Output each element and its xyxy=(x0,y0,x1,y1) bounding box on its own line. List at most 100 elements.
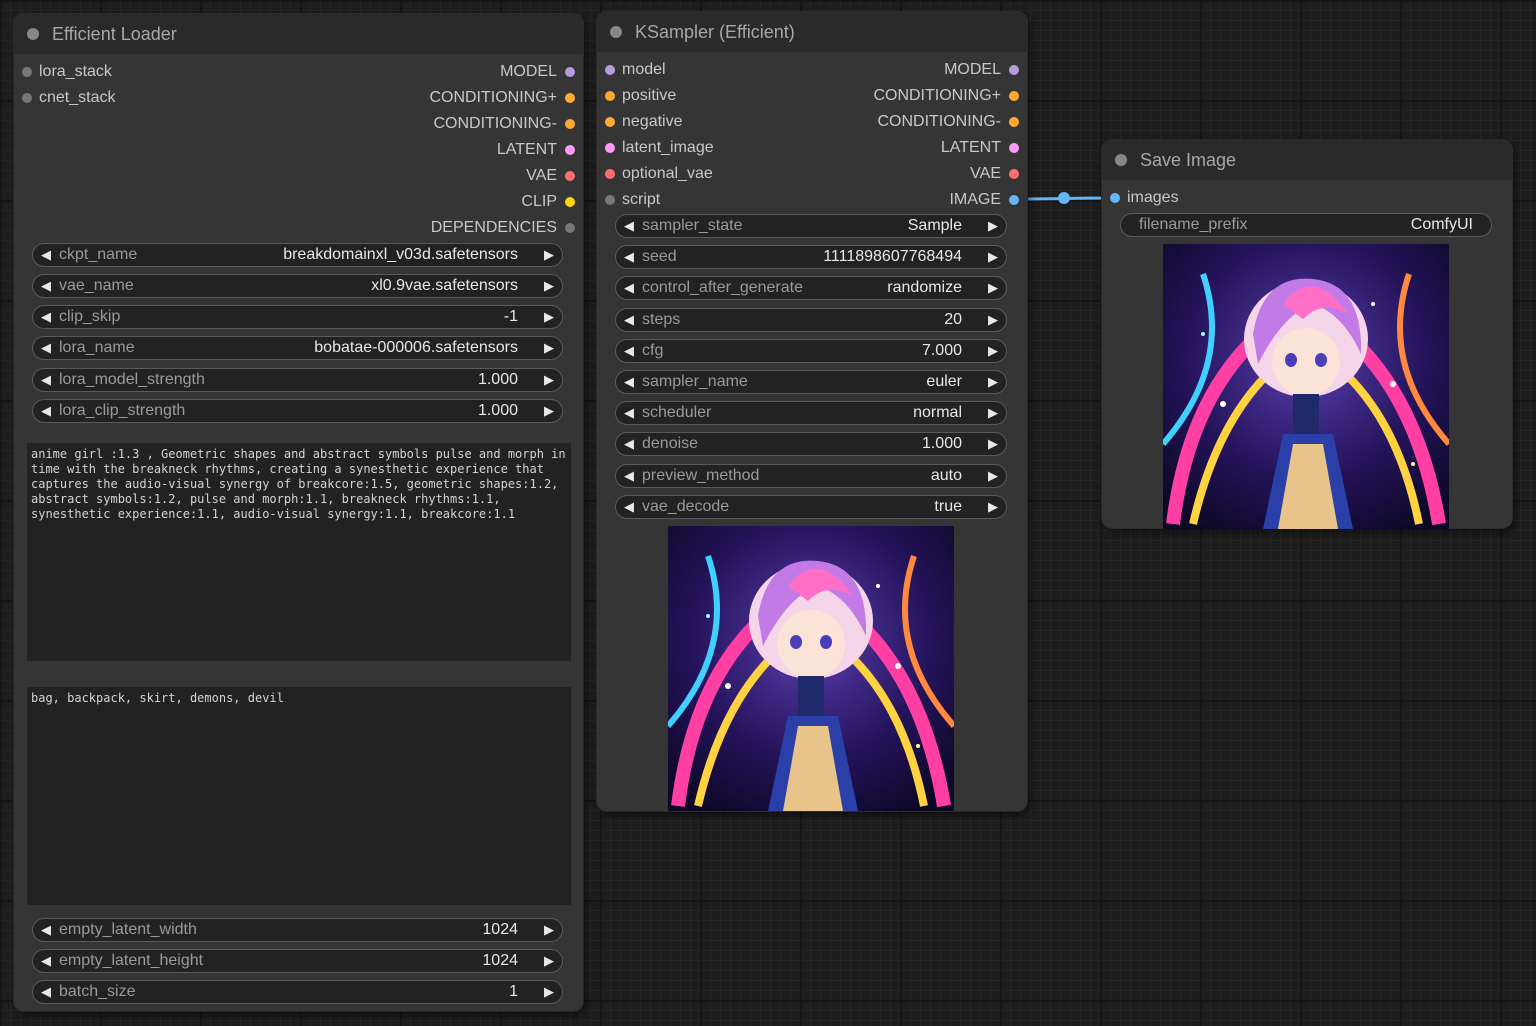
widget-control-after-generate[interactable]: ◀ control_after_generate randomize ▶ xyxy=(615,276,1007,300)
widget-cfg[interactable]: ◀ cfg 7.000 ▶ xyxy=(615,339,1007,363)
output-vae[interactable]: VAE xyxy=(283,167,583,185)
output-dot[interactable] xyxy=(565,197,575,207)
input-dot[interactable] xyxy=(1110,193,1120,203)
input-dot[interactable] xyxy=(22,67,32,77)
output-dot[interactable] xyxy=(565,145,575,155)
input-dot[interactable] xyxy=(22,93,32,103)
widget-sampler-state[interactable]: ◀ sampler_state Sample ▶ xyxy=(615,214,1007,238)
output-dot[interactable] xyxy=(1009,143,1019,153)
output-latent[interactable]: LATENT xyxy=(283,141,583,159)
output-dot[interactable] xyxy=(1009,117,1019,127)
decrement-arrow-icon[interactable]: ◀ xyxy=(624,246,634,268)
widget-ckpt-name[interactable]: ◀ ckpt_name breakdomainxl_v03d.safetenso… xyxy=(32,243,563,267)
widget-vae-name[interactable]: ◀ vae_name xl0.9vae.safetensors ▶ xyxy=(32,274,563,298)
increment-arrow-icon[interactable]: ▶ xyxy=(544,369,554,391)
input-model[interactable]: model xyxy=(597,61,797,79)
decrement-arrow-icon[interactable]: ◀ xyxy=(41,950,51,972)
save-image-node[interactable]: Save Image images filename_prefix ComfyU… xyxy=(1102,140,1512,529)
collapse-dot[interactable] xyxy=(610,26,622,38)
output-dot[interactable] xyxy=(565,171,575,181)
increment-arrow-icon[interactable]: ▶ xyxy=(988,371,998,393)
decrement-arrow-icon[interactable]: ◀ xyxy=(41,919,51,941)
node-header[interactable]: KSampler (Efficient) xyxy=(597,12,1027,52)
decrement-arrow-icon[interactable]: ◀ xyxy=(41,400,51,422)
increment-arrow-icon[interactable]: ▶ xyxy=(544,950,554,972)
increment-arrow-icon[interactable]: ▶ xyxy=(988,433,998,455)
increment-arrow-icon[interactable]: ▶ xyxy=(544,400,554,422)
widget-denoise[interactable]: ◀ denoise 1.000 ▶ xyxy=(615,432,1007,456)
decrement-arrow-icon[interactable]: ◀ xyxy=(41,337,51,359)
input-latent-image[interactable]: latent_image xyxy=(597,139,797,157)
output-conditioning-pos[interactable]: CONDITIONING+ xyxy=(283,89,583,107)
input-dot[interactable] xyxy=(605,195,615,205)
widget-scheduler[interactable]: ◀ scheduler normal ▶ xyxy=(615,401,1007,425)
decrement-arrow-icon[interactable]: ◀ xyxy=(41,369,51,391)
output-dot[interactable] xyxy=(1009,195,1019,205)
widget-preview-method[interactable]: ◀ preview_method auto ▶ xyxy=(615,464,1007,488)
collapse-dot[interactable] xyxy=(1115,154,1127,166)
input-lora-stack[interactable]: lora_stack xyxy=(14,63,214,81)
increment-arrow-icon[interactable]: ▶ xyxy=(988,340,998,362)
widget-steps[interactable]: ◀ steps 20 ▶ xyxy=(615,308,1007,332)
input-dot[interactable] xyxy=(605,117,615,127)
input-dot[interactable] xyxy=(605,143,615,153)
input-dot[interactable] xyxy=(605,65,615,75)
widget-filename-prefix[interactable]: filename_prefix ComfyUI xyxy=(1120,213,1492,237)
output-latent[interactable]: LATENT xyxy=(807,139,1027,157)
output-dependencies[interactable]: DEPENDENCIES xyxy=(283,219,583,237)
node-header[interactable]: Save Image xyxy=(1102,140,1512,180)
output-conditioning-pos[interactable]: CONDITIONING+ xyxy=(807,87,1027,105)
decrement-arrow-icon[interactable]: ◀ xyxy=(624,215,634,237)
output-dot[interactable] xyxy=(1009,169,1019,179)
increment-arrow-icon[interactable]: ▶ xyxy=(988,465,998,487)
increment-arrow-icon[interactable]: ▶ xyxy=(988,277,998,299)
output-conditioning-neg[interactable]: CONDITIONING- xyxy=(807,113,1027,131)
input-dot[interactable] xyxy=(605,169,615,179)
widget-lora-name[interactable]: ◀ lora_name bobatae-000006.safetensors ▶ xyxy=(32,336,563,360)
decrement-arrow-icon[interactable]: ◀ xyxy=(624,277,634,299)
input-negative[interactable]: negative xyxy=(597,113,797,131)
increment-arrow-icon[interactable]: ▶ xyxy=(544,919,554,941)
output-dot[interactable] xyxy=(565,93,575,103)
ksampler-node[interactable]: KSampler (Efficient) model positive nega… xyxy=(597,12,1027,811)
widget-sampler-name[interactable]: ◀ sampler_name euler ▶ xyxy=(615,370,1007,394)
decrement-arrow-icon[interactable]: ◀ xyxy=(624,340,634,362)
increment-arrow-icon[interactable]: ▶ xyxy=(988,246,998,268)
widget-lora-model-strength[interactable]: ◀ lora_model_strength 1.000 ▶ xyxy=(32,368,563,392)
input-script[interactable]: script xyxy=(597,191,797,209)
output-image[interactable]: IMAGE xyxy=(807,191,1027,209)
decrement-arrow-icon[interactable]: ◀ xyxy=(624,496,634,518)
decrement-arrow-icon[interactable]: ◀ xyxy=(41,275,51,297)
input-dot[interactable] xyxy=(605,91,615,101)
increment-arrow-icon[interactable]: ▶ xyxy=(988,215,998,237)
node-header[interactable]: Efficient Loader xyxy=(14,14,583,54)
decrement-arrow-icon[interactable]: ◀ xyxy=(624,309,634,331)
widget-seed[interactable]: ◀ seed 1111898607768494 ▶ xyxy=(615,245,1007,269)
increment-arrow-icon[interactable]: ▶ xyxy=(544,337,554,359)
collapse-dot[interactable] xyxy=(27,28,39,40)
negative-prompt-textarea[interactable]: bag, backpack, skirt, demons, devil xyxy=(27,687,571,905)
input-images[interactable]: images xyxy=(1102,189,1302,207)
output-dot[interactable] xyxy=(565,119,575,129)
efficient-loader-node[interactable]: Efficient Loader lora_stack cnet_stack M… xyxy=(14,14,583,1011)
widget-lora-clip-strength[interactable]: ◀ lora_clip_strength 1.000 ▶ xyxy=(32,399,563,423)
output-vae[interactable]: VAE xyxy=(807,165,1027,183)
decrement-arrow-icon[interactable]: ◀ xyxy=(41,981,51,1003)
widget-empty-latent-height[interactable]: ◀ empty_latent_height 1024 ▶ xyxy=(32,949,563,973)
positive-prompt-textarea[interactable]: anime girl :1.3 , Geometric shapes and a… xyxy=(27,443,571,661)
increment-arrow-icon[interactable]: ▶ xyxy=(544,306,554,328)
output-conditioning-neg[interactable]: CONDITIONING- xyxy=(283,115,583,133)
output-clip[interactable]: CLIP xyxy=(283,193,583,211)
output-dot[interactable] xyxy=(565,67,575,77)
decrement-arrow-icon[interactable]: ◀ xyxy=(41,244,51,266)
decrement-arrow-icon[interactable]: ◀ xyxy=(624,371,634,393)
decrement-arrow-icon[interactable]: ◀ xyxy=(624,465,634,487)
widget-vae-decode[interactable]: ◀ vae_decode true ▶ xyxy=(615,495,1007,519)
output-model[interactable]: MODEL xyxy=(807,61,1027,79)
decrement-arrow-icon[interactable]: ◀ xyxy=(624,433,634,455)
increment-arrow-icon[interactable]: ▶ xyxy=(988,402,998,424)
increment-arrow-icon[interactable]: ▶ xyxy=(988,496,998,518)
output-dot[interactable] xyxy=(1009,91,1019,101)
widget-batch-size[interactable]: ◀ batch_size 1 ▶ xyxy=(32,980,563,1004)
output-dot[interactable] xyxy=(565,223,575,233)
